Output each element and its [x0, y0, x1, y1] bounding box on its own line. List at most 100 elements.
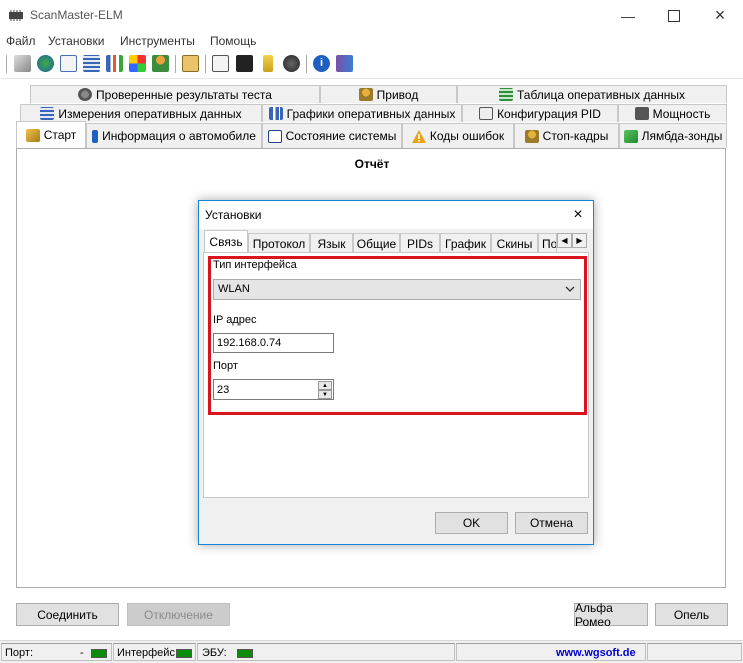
menu-bar: Файл Установки Инструменты Помощь: [0, 31, 743, 51]
interface-status-cell: Интерфейс:: [113, 643, 196, 661]
toolbar-separator: [205, 55, 206, 73]
ip-address-value: 192.168.0.74: [217, 337, 282, 349]
ok-button[interactable]: OK: [435, 512, 508, 534]
colors-icon[interactable]: [129, 55, 146, 72]
tab-verified-test-results[interactable]: Проверенные результаты теста: [30, 85, 320, 103]
clipboard-icon[interactable]: [182, 55, 199, 72]
dialog-tab-protocol[interactable]: Протокол: [248, 233, 310, 253]
toolbar-separator: [175, 55, 176, 73]
dialog-tab-more[interactable]: По: [538, 233, 557, 253]
disconnect-button[interactable]: Отключение: [127, 603, 230, 626]
port-increment-button[interactable]: ▲: [318, 381, 332, 390]
close-button[interactable]: ×: [697, 0, 743, 31]
tab-scroll-left-button[interactable]: ◀: [557, 233, 572, 248]
warning-icon: [411, 129, 426, 143]
connect-plug-icon[interactable]: [14, 55, 31, 72]
tab-live-data-graphs[interactable]: Графики оперативных данных: [262, 104, 462, 122]
minimize-icon: —: [621, 7, 635, 24]
maximize-button[interactable]: [651, 0, 697, 31]
dialog-tab-graph[interactable]: График: [440, 233, 491, 253]
graph-icon: [268, 107, 283, 120]
document-icon[interactable]: [60, 55, 77, 72]
gauge-icon[interactable]: [283, 55, 300, 72]
arrow-down-icon: ▼: [322, 391, 328, 398]
tab-vehicle-info[interactable]: Информация о автомобиле: [86, 123, 262, 148]
tab-live-data-measurements[interactable]: Измерения оперативных данных: [20, 104, 262, 122]
table-icon: [498, 88, 513, 101]
menu-settings[interactable]: Установки: [48, 34, 104, 48]
checklist-icon: [267, 129, 282, 143]
joystick-icon: [358, 88, 373, 101]
tab-label: Проверенные результаты теста: [96, 87, 272, 102]
port-status-led: [91, 649, 107, 658]
menu-tools[interactable]: Инструменты: [120, 34, 195, 48]
tab-label: Информация о автомобиле: [102, 129, 256, 143]
arrow-right-icon: ▶: [576, 236, 583, 245]
minimize-button[interactable]: —: [605, 0, 651, 31]
tab-scroll-right-button[interactable]: ▶: [572, 233, 587, 248]
tab-label: Привод: [376, 87, 419, 102]
port-decrement-button[interactable]: ▼: [318, 390, 332, 399]
dialog-close-button[interactable]: ×: [567, 204, 589, 226]
terminal-icon[interactable]: [236, 55, 253, 72]
menu-file[interactable]: Файл: [6, 34, 36, 48]
bar-chart-icon[interactable]: [106, 55, 123, 72]
tab-label: Мощность: [652, 106, 711, 121]
ecu-status-led: [237, 649, 253, 658]
interface-type-value: WLAN: [218, 283, 250, 295]
dialog-tab-pids[interactable]: PIDs: [400, 233, 440, 253]
tab-system-status[interactable]: Состояние системы: [262, 123, 402, 148]
interface-type-select[interactable]: WLAN: [213, 279, 581, 300]
arrow-left-icon: ◀: [561, 236, 568, 245]
ecu-status-cell: ЭБУ:: [197, 643, 455, 661]
tab-drive[interactable]: Привод: [320, 85, 457, 103]
menu-help[interactable]: Помощь: [210, 34, 256, 48]
tab-label: Графики оперативных данных: [286, 106, 456, 121]
maximize-icon: [668, 9, 680, 22]
alfa-romeo-button[interactable]: Альфа Ромео: [574, 601, 648, 629]
dialog-tab-general[interactable]: Общие: [353, 233, 400, 253]
dialog-tab-language[interactable]: Язык: [310, 233, 353, 253]
tab-label: Измерения оперативных данных: [58, 106, 242, 121]
empty-status-cell: [647, 643, 742, 661]
interface-status-led: [176, 649, 192, 658]
cancel-button[interactable]: Отмена: [515, 512, 588, 534]
toolbar-separator: [306, 55, 307, 73]
ecu-label: ЭБУ:: [202, 647, 227, 659]
tab-power[interactable]: Мощность: [618, 104, 727, 122]
dialog-tab-skins[interactable]: Скины: [491, 233, 538, 253]
user-icon[interactable]: [152, 55, 169, 72]
interface-type-label: Тип интерфейса: [213, 259, 297, 271]
config-document-icon: [479, 107, 494, 120]
monitor-icon[interactable]: [212, 55, 229, 72]
info-icon[interactable]: i: [313, 55, 330, 72]
tab-freeze-frames[interactable]: Стоп-кадры: [514, 123, 619, 148]
tab-label: Лямбда-зонды: [641, 129, 723, 143]
tab-start[interactable]: Старт: [16, 121, 86, 148]
freeze-frame-icon: [524, 129, 539, 143]
gear-icon: [78, 88, 93, 101]
tab-label: Старт: [43, 128, 77, 142]
port-stepper[interactable]: 23 ▲ ▼: [213, 379, 334, 400]
close-icon: ×: [714, 5, 726, 25]
tab-error-codes[interactable]: Коды ошибок: [402, 123, 514, 148]
opel-button[interactable]: Опель: [655, 603, 728, 626]
ip-address-label: IP адрес: [213, 314, 257, 326]
dialog-tab-connection[interactable]: Связь: [204, 230, 248, 253]
connect-button[interactable]: Соединить: [16, 603, 119, 626]
website-link[interactable]: www.wgsoft.de: [556, 647, 636, 659]
exit-door-icon[interactable]: [336, 55, 353, 72]
tab-live-data-table[interactable]: Таблица оперативных данных: [457, 85, 727, 103]
tab-lambda-sensors[interactable]: Лямбда-зонды: [619, 123, 727, 148]
globe-icon[interactable]: [37, 55, 54, 72]
tab-pid-config[interactable]: Конфигурация PID: [462, 104, 618, 122]
ip-address-input[interactable]: 192.168.0.74: [213, 333, 334, 353]
app-chip-icon: [9, 10, 23, 21]
interface-label: Интерфейс:: [117, 647, 178, 659]
engine-icon: [634, 107, 649, 120]
website-cell: www.wgsoft.de: [456, 643, 646, 661]
table-icon[interactable]: [83, 55, 100, 72]
dialog-title-bar: Установки ×: [199, 201, 593, 229]
tab-label: Стоп-кадры: [542, 129, 609, 143]
battery-icon[interactable]: [263, 55, 273, 72]
